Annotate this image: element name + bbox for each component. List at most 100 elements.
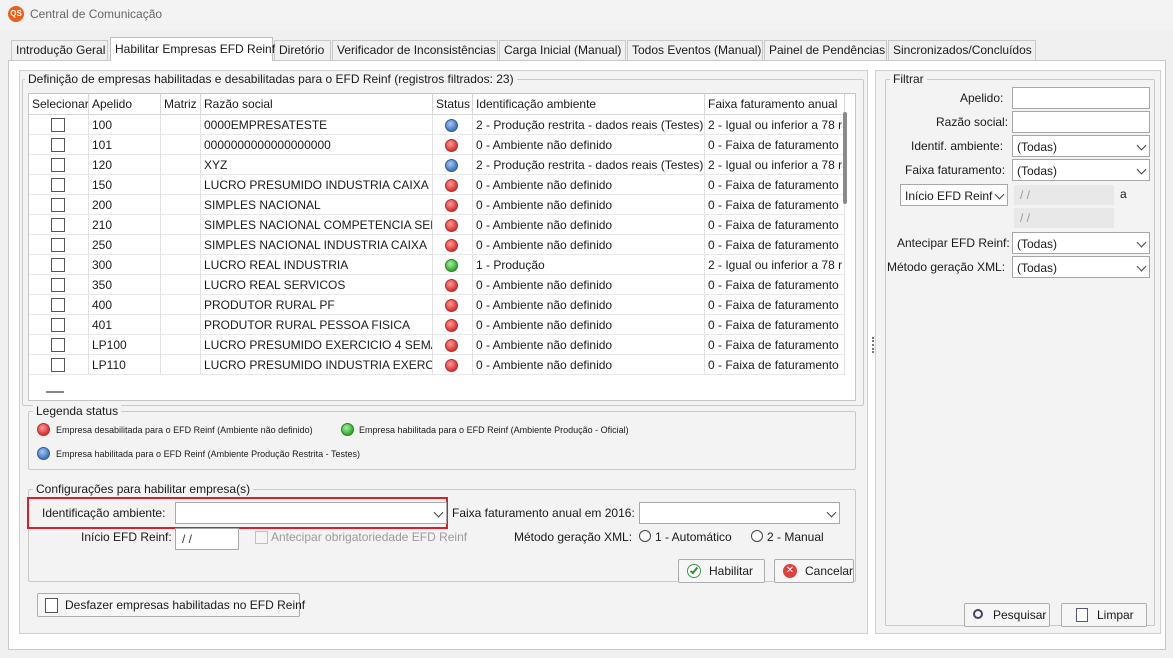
table-row[interactable]: 401 PRODUTOR RURAL PESSOA FISICA 0 - Ambie… (29, 315, 845, 335)
filter-metodo-select[interactable]: (Todas) (1012, 256, 1150, 278)
status-cell (433, 295, 473, 315)
table-row[interactable]: 120 XYZ 2 - Produção restrita - dados reai… (29, 155, 845, 175)
ambiente-cell: 0 - Ambiente não definido (473, 135, 705, 155)
chevron-down-icon (826, 507, 837, 518)
splitter-handle[interactable] (872, 337, 874, 353)
table-row[interactable]: 250 SIMPLES NACIONAL INDUSTRIA CAIXA 0 - A… (29, 235, 845, 255)
tab-habilitar-empresas[interactable]: Habilitar Empresas EFD Reinf (110, 37, 275, 61)
col-header-ambiente[interactable]: Identificação ambiente (473, 94, 705, 115)
config-faixa-select[interactable] (639, 502, 840, 524)
apelido-cell: 100 (89, 115, 161, 135)
ambiente-cell: 0 - Ambiente não definido (473, 335, 705, 355)
row-select-checkbox[interactable] (51, 238, 65, 252)
tab-verificador[interactable]: Verificador de Inconsistências (332, 40, 498, 60)
blue-status-icon (37, 447, 50, 460)
tab-sincronizados[interactable]: Sincronizados/Concluídos (888, 40, 1036, 60)
row-select-checkbox[interactable] (51, 278, 65, 292)
red-status-icon (445, 179, 458, 192)
radio-automatico-label[interactable]: 1 - Automático (655, 530, 732, 544)
tab-painel-pendencias[interactable]: Painel de Pendências (764, 40, 887, 60)
faixa-cell: 0 - Faixa de faturamento (705, 335, 845, 355)
habilitar-button[interactable]: Habilitar (678, 559, 765, 583)
habilitar-label: Habilitar (709, 564, 754, 578)
table-row[interactable]: 210 SIMPLES NACIONAL COMPETENCIA SERVIC 0 … (29, 215, 845, 235)
tab-introducao-geral[interactable]: Introdução Geral (11, 40, 108, 60)
row-select-checkbox[interactable] (51, 358, 65, 372)
antecipar-checkbox[interactable] (255, 531, 268, 544)
table-row[interactable]: LP100 LUCRO PRESUMIDO EXERCICIO 4 SEMANA 0… (29, 335, 845, 355)
grid-vertical-scrollbar[interactable] (843, 112, 847, 204)
legend-green-text: Empresa habilitada para o EFD Reinf (Amb… (359, 425, 629, 435)
ambiente-cell: 0 - Ambiente não definido (473, 295, 705, 315)
filter-inicio-select[interactable]: Início EFD Reinf (900, 184, 1008, 206)
row-select-checkbox[interactable] (51, 338, 65, 352)
chevron-down-icon (1136, 261, 1147, 272)
antecipar-label: Antecipar obrigatoriedade EFD Reinf (271, 530, 468, 544)
status-legend-title: Legenda status (33, 404, 122, 418)
radio-automatico[interactable] (639, 530, 651, 542)
table-row[interactable]: 400 PRODUTOR RURAL PF 0 - Ambiente não def… (29, 295, 845, 315)
faixa-cell: 2 - Igual ou inferior a 78 r (705, 255, 845, 275)
limpar-button[interactable]: Limpar (1061, 603, 1147, 627)
cancel-icon: ✕ (783, 564, 797, 578)
tab-diretorio[interactable]: Diretório (274, 40, 331, 60)
faixa-cell: 0 - Faixa de faturamento (705, 135, 845, 155)
filter-antecipar-select[interactable]: (Todas) (1012, 232, 1150, 254)
filter-date-separator: a (1120, 187, 1127, 201)
row-select-checkbox[interactable] (51, 198, 65, 212)
title-bar (0, 0, 1173, 30)
companies-grid[interactable]: Selecionar Apelido Matriz Razão social S… (28, 93, 856, 401)
ambiente-cell: 2 - Produção restrita - dados reais (Tes… (473, 155, 705, 175)
table-row[interactable]: 300 LUCRO REAL INDUSTRIA 1 - Produção 2 - I… (29, 255, 845, 275)
blue-status-icon (445, 119, 458, 132)
filter-razao-input[interactable] (1012, 111, 1150, 133)
row-select-checkbox[interactable] (51, 118, 65, 132)
col-header-apelido[interactable]: Apelido (89, 94, 161, 115)
row-select-checkbox[interactable] (51, 138, 65, 152)
desfazer-button[interactable]: Desfazer empresas habilitadas no EFD Rei… (37, 593, 305, 617)
table-row[interactable]: 150 LUCRO PRESUMIDO INDUSTRIA CAIXA 0 - Am… (29, 175, 845, 195)
radio-manual-label[interactable]: 2 - Manual (767, 530, 824, 544)
red-status-icon (445, 219, 458, 232)
ambiente-cell: 0 - Ambiente não definido (473, 215, 705, 235)
col-header-razao-social[interactable]: Razão social (201, 94, 433, 115)
row-select-checkbox[interactable] (51, 158, 65, 172)
row-select-checkbox[interactable] (51, 258, 65, 272)
ambiente-cell: 0 - Ambiente não definido (473, 315, 705, 335)
filter-date-from[interactable]: / / (1014, 185, 1114, 205)
cancelar-button[interactable]: ✕ Cancelar (774, 559, 854, 583)
row-select-checkbox[interactable] (51, 318, 65, 332)
filter-faixa-select[interactable]: (Todas) (1012, 159, 1150, 181)
radio-manual[interactable] (751, 530, 763, 542)
filter-ambiente-select[interactable]: (Todas) (1012, 135, 1150, 157)
table-row[interactable]: LP110 LUCRO PRESUMIDO INDUSTRIA EXERCICIO… (29, 355, 845, 375)
tab-carga-inicial[interactable]: Carga Inicial (Manual) (499, 40, 626, 60)
row-select-checkbox[interactable] (51, 178, 65, 192)
pesquisar-button[interactable]: Pesquisar (964, 603, 1050, 627)
filter-date-to[interactable]: / / (1014, 208, 1114, 228)
row-select-checkbox[interactable] (51, 218, 65, 232)
col-header-selecionar[interactable]: Selecionar (29, 94, 89, 115)
row-select-checkbox[interactable] (51, 298, 65, 312)
table-row[interactable]: 350 LUCRO REAL SERVICOS 0 - Ambiente não d… (29, 275, 845, 295)
table-row[interactable]: 101 0000000000000000000 0 - Ambiente não d… (29, 135, 845, 155)
filter-inicio-value: Início EFD Reinf (905, 189, 993, 203)
col-header-status[interactable]: Status (433, 94, 473, 115)
col-header-matriz[interactable]: Matriz (161, 94, 201, 115)
filter-metodo-value: (Todas) (1017, 261, 1058, 275)
faixa-cell: 2 - Igual ou inferior a 78 r (705, 115, 845, 135)
table-row[interactable]: 100 0000EMPRESATESTE 2 - Produção restrita… (29, 115, 845, 135)
col-header-faixa[interactable]: Faixa faturamento anual (705, 94, 845, 115)
status-cell (433, 115, 473, 135)
table-row[interactable]: 200 SIMPLES NACIONAL 0 - Ambiente não defi… (29, 195, 845, 215)
razao-cell: SIMPLES NACIONAL (201, 195, 433, 215)
filter-apelido-input[interactable] (1012, 87, 1150, 109)
select-cell (29, 335, 89, 355)
grid-horizontal-scrollbar[interactable] (46, 391, 64, 393)
config-inicio-input[interactable]: / / (175, 528, 239, 550)
filter-title: Filtrar (890, 72, 927, 86)
tab-todos-eventos[interactable]: Todos Eventos (Manual) (627, 40, 763, 60)
faixa-cell: 2 - Igual ou inferior a 78 r (705, 155, 845, 175)
search-icon (973, 609, 983, 619)
config-ambiente-select[interactable] (175, 502, 447, 524)
